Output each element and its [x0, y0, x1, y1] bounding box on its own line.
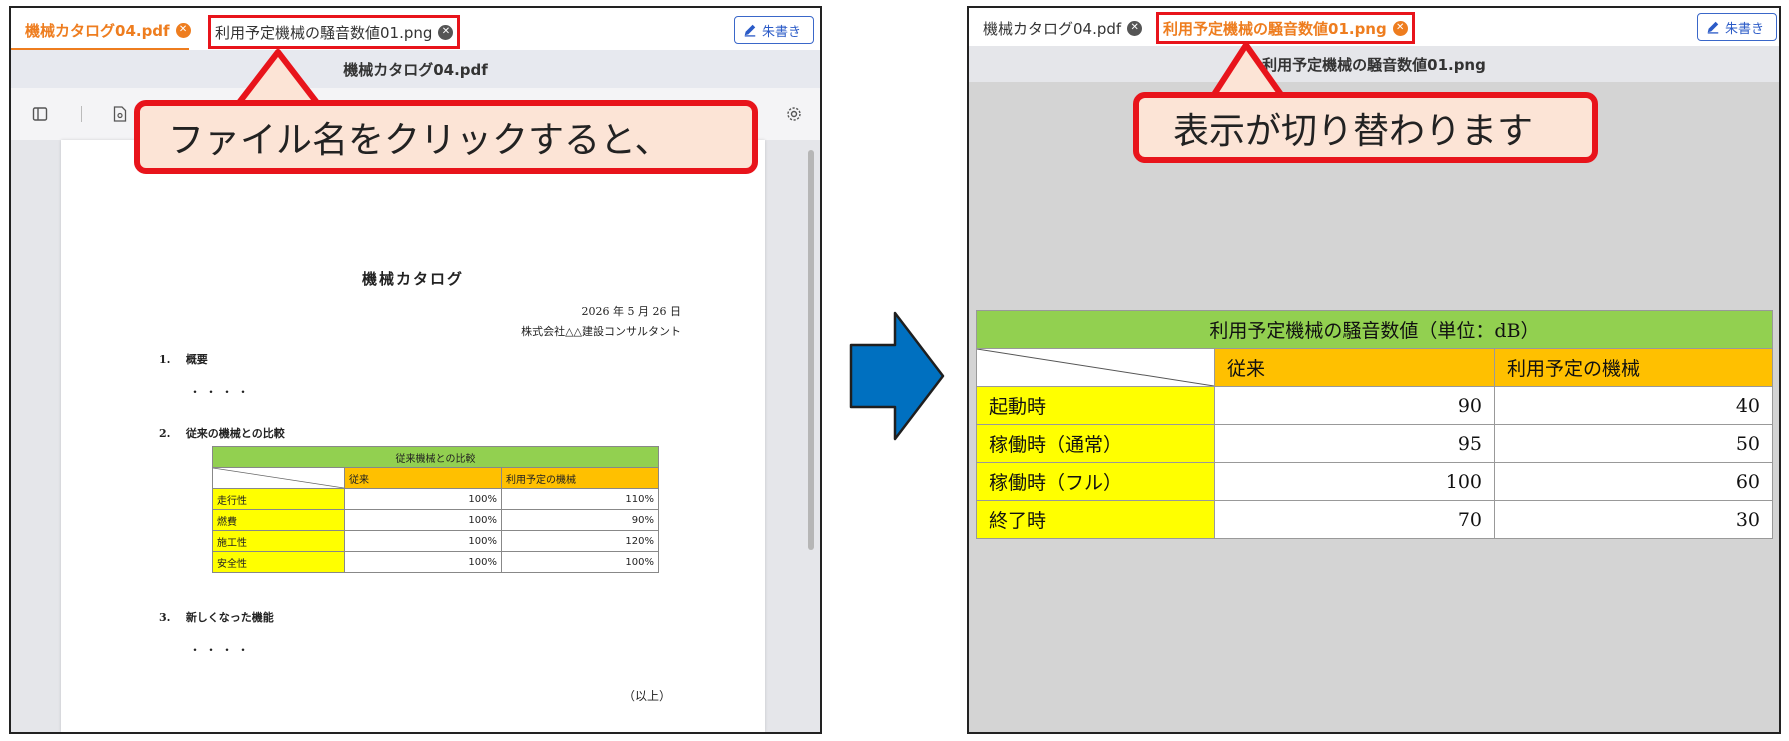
tab-bar: 機械カタログ04.pdf ✕ 利用予定機械の騒音数値01.png ✕ 朱書き [969, 8, 1779, 46]
row-label: 燃費 [212, 509, 345, 531]
tab-png[interactable]: 利用予定機械の騒音数値01.png ✕ [208, 15, 461, 49]
table-row: 稼働時（通常） 95 50 [976, 424, 1773, 463]
table-row: 施工性 100% 120% [212, 530, 659, 552]
table-title: 利用予定機械の騒音数値（単位：dB） [976, 310, 1773, 349]
close-circle-icon[interactable]: ✕ [1127, 20, 1143, 36]
column-header: 従来 [344, 467, 502, 489]
sidebar-toggle-icon[interactable] [31, 105, 49, 123]
table-row: 稼働時（フル） 100 60 [976, 462, 1773, 501]
row-label: 稼働時（フル） [976, 462, 1215, 501]
cell-value: 40 [1494, 386, 1773, 425]
close-circle-icon[interactable]: ✕ [1392, 20, 1408, 36]
row-label: 施工性 [212, 530, 345, 552]
cell-value: 100% [501, 551, 659, 573]
document-title: 機械カタログ04.pdf [11, 50, 820, 88]
table-row: 燃費 100% 90% [212, 509, 659, 531]
row-label: 走行性 [212, 488, 345, 510]
tab-bar: 機械カタログ04.pdf ✕ 利用予定機械の騒音数値01.png ✕ 朱書き [11, 8, 820, 51]
noise-table: 利用予定機械の騒音数値（単位：dB） 従来 利用予定の機械 起動時 90 40 … [976, 310, 1773, 539]
section-number: 3. [159, 611, 171, 624]
table-row: 終了時 70 30 [976, 500, 1773, 539]
row-label: 終了時 [976, 500, 1215, 539]
column-header: 利用予定の機械 [501, 467, 659, 489]
cell-value: 60 [1494, 462, 1773, 501]
doc-title: 機械カタログ [361, 270, 464, 288]
cell-value: 70 [1214, 500, 1495, 539]
vertical-scrollbar[interactable] [808, 150, 814, 550]
tab-pdf[interactable]: 機械カタログ04.pdf ✕ [983, 14, 1143, 42]
section-title: 従来の機械との比較 [185, 427, 285, 440]
comparison-table: 従来機械との比較 従来 利用予定の機械 走行性 100% 110% 燃費 100… [212, 446, 659, 573]
annotate-button[interactable]: 朱書き [734, 16, 814, 44]
tab-pdf[interactable]: 機械カタログ04.pdf ✕ [25, 16, 191, 44]
document-settings-icon[interactable] [111, 105, 129, 123]
cell-value: 100% [344, 551, 502, 573]
doc-date: 2026 年 5 月 26 日 [581, 305, 681, 318]
section-number: 2. [159, 427, 171, 440]
cell-value: 90 [1214, 386, 1495, 425]
table-row: 起動時 90 40 [976, 386, 1773, 425]
tab-label: 利用予定機械の騒音数値01.png [1163, 19, 1387, 38]
section-heading: 2. 従来の機械との比較 [159, 425, 285, 441]
section-heading: 3. 新しくなった機能 [159, 609, 274, 625]
tab-label: 利用予定機械の騒音数値01.png [215, 23, 433, 42]
cell-value: 95 [1214, 424, 1495, 463]
section-body: ・・・・ [189, 385, 254, 399]
doc-company: 株式会社△△建設コンサルタント [521, 325, 681, 338]
tab-png[interactable]: 利用予定機械の騒音数値01.png ✕ [1156, 12, 1415, 44]
pencil-icon [744, 24, 756, 37]
tab-label: 機械カタログ04.pdf [25, 21, 170, 40]
annotate-label: 朱書き [762, 24, 802, 40]
row-label: 安全性 [212, 551, 345, 573]
row-label: 起動時 [976, 386, 1215, 425]
cell-value: 30 [1494, 500, 1773, 539]
next-step-arrow [849, 311, 945, 441]
section-title: 新しくなった機能 [185, 611, 274, 624]
table-row: 安全性 100% 100% [212, 551, 659, 573]
cell-value: 120% [501, 530, 659, 552]
annotate-button[interactable]: 朱書き [1697, 13, 1777, 41]
table-row: 走行性 100% 110% [212, 488, 659, 510]
cell-value: 100% [344, 509, 502, 531]
callout-text: ファイル名をクリックすると、 [168, 120, 671, 161]
cell-value: 90% [501, 509, 659, 531]
callout-text: 表示が切り替わります [1173, 110, 1534, 152]
cell-value: 100 [1214, 462, 1495, 501]
column-header: 従来 [1214, 348, 1495, 387]
callout-display-switches: 表示が切り替わります [1133, 92, 1598, 163]
pencil-icon [1707, 21, 1719, 34]
cell-value: 50 [1494, 424, 1773, 463]
cell-value: 110% [501, 488, 659, 510]
doc-end-mark: （以上） [622, 689, 671, 703]
section-number: 1. [159, 353, 171, 366]
gear-icon[interactable] [785, 105, 803, 123]
toolbar-divider [81, 106, 82, 122]
cell-value: 100% [344, 488, 502, 510]
column-header: 利用予定の機械 [1494, 348, 1773, 387]
close-circle-icon[interactable]: ✕ [438, 24, 454, 40]
pdf-page: 機械カタログ 2026 年 5 月 26 日 株式会社△△建設コンサルタント 1… [61, 140, 765, 732]
annotate-label: 朱書き [1725, 21, 1765, 37]
section-body: ・・・・ [189, 643, 254, 657]
table-title: 従来機械との比較 [212, 446, 659, 468]
cell-value: 100% [344, 530, 502, 552]
callout-click-filename: ファイル名をクリックすると、 [134, 100, 758, 174]
section-heading: 1. 概要 [159, 351, 208, 367]
document-title: 利用予定機械の騒音数値01.png [969, 46, 1779, 82]
close-circle-icon[interactable]: ✕ [175, 22, 191, 38]
tab-label: 機械カタログ04.pdf [983, 19, 1122, 38]
table-corner [212, 467, 345, 489]
section-title: 概要 [185, 353, 208, 366]
table-corner [976, 348, 1215, 387]
row-label: 稼働時（通常） [976, 424, 1215, 463]
